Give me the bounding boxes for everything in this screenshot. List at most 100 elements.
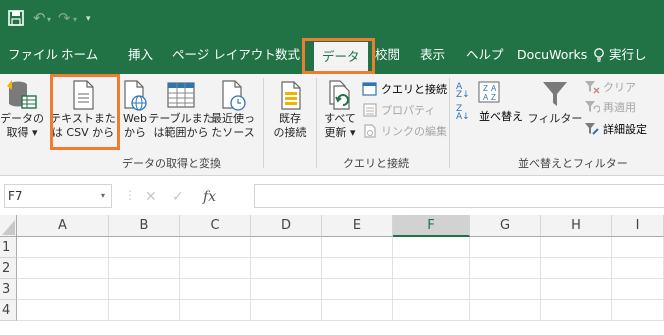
grid-cell[interactable] [109, 258, 180, 279]
grid-cell[interactable] [17, 258, 109, 279]
existing-connections-label-1: 既存 [279, 112, 301, 125]
name-box[interactable]: F7 ▾ [4, 184, 112, 208]
grid-cell[interactable] [180, 237, 251, 258]
from-table-range-button[interactable]: テーブルまた は範囲から [148, 78, 214, 140]
undo-dropdown-icon[interactable]: ▾ [47, 10, 51, 30]
svg-text:Z: Z [491, 93, 496, 102]
reapply-filter-button[interactable]: 再適用 [584, 98, 636, 116]
from-web-button[interactable]: Web から [120, 78, 150, 140]
row-header-1[interactable]: 1 [0, 237, 17, 258]
edit-links-label: リンクの編集 [381, 125, 447, 138]
name-box-dropdown-icon[interactable]: ▾ [101, 185, 105, 207]
grid-cell[interactable] [393, 279, 470, 300]
lightbulb-icon [594, 48, 604, 62]
tab-docuworks[interactable]: DocuWorks [517, 36, 587, 74]
column-header-i[interactable]: I [612, 215, 664, 237]
grid-cell[interactable] [612, 237, 664, 258]
queries-connections-icon [362, 81, 378, 97]
grid-cell[interactable] [612, 300, 664, 321]
tab-review[interactable]: 校閲 [375, 36, 400, 74]
column-header-d[interactable]: D [251, 215, 322, 237]
sort-button[interactable]: 並べ替え [479, 107, 523, 125]
grid-cell[interactable] [470, 300, 541, 321]
row-header-2[interactable]: 2 [0, 258, 17, 279]
existing-connections-button[interactable]: 既存 の接続 [268, 78, 312, 140]
grid-cell[interactable] [180, 279, 251, 300]
cancel-icon[interactable]: ✕ [145, 189, 157, 205]
grid-cell[interactable] [322, 279, 393, 300]
row-header-3[interactable]: 3 [0, 279, 17, 300]
edit-links-button[interactable]: リンクの編集 [362, 122, 447, 140]
ribbon-separator [449, 78, 450, 168]
tab-file[interactable]: ファイル [8, 36, 58, 74]
grid-cell[interactable] [17, 279, 109, 300]
more-options-icon: ⋮ [124, 188, 136, 202]
grid-cell[interactable] [393, 258, 470, 279]
grid-cell[interactable] [612, 258, 664, 279]
insert-function-icon[interactable]: fx [203, 189, 216, 205]
redo-icon[interactable]: ↷ [58, 8, 71, 28]
sort-ascending-button[interactable]: A Z↓ [456, 82, 475, 100]
grid-cell[interactable] [109, 279, 180, 300]
tab-home[interactable]: ホーム [61, 36, 98, 74]
grid-cell[interactable] [251, 258, 322, 279]
grid-cell[interactable] [541, 258, 612, 279]
refresh-all-button[interactable]: すべて 更新 ▾ [320, 78, 360, 140]
sort-descending-button[interactable]: Z A↓ [456, 104, 475, 122]
recent-clock-icon [217, 78, 249, 112]
row-header-4[interactable]: 4 [0, 300, 17, 321]
grid-cell[interactable] [612, 279, 664, 300]
refresh-icon [324, 78, 356, 112]
grid-cell[interactable] [470, 258, 541, 279]
grid-cell[interactable] [470, 279, 541, 300]
queries-connections-button[interactable]: クエリと接続 [362, 80, 447, 98]
formula-input[interactable] [254, 184, 664, 208]
grid-cell[interactable] [109, 237, 180, 258]
tab-insert[interactable]: 挿入 [128, 36, 153, 74]
grid-cell[interactable] [322, 237, 393, 258]
customize-qat-icon[interactable]: ▾ [86, 9, 91, 29]
grid-cell[interactable] [470, 237, 541, 258]
grid-cell[interactable] [109, 300, 180, 321]
properties-button[interactable]: プロパティ [362, 101, 435, 119]
tab-view[interactable]: 表示 [420, 36, 445, 74]
tab-formulas[interactable]: 数式 [275, 36, 300, 74]
grid-cell[interactable] [251, 279, 322, 300]
grid-cell[interactable] [17, 300, 109, 321]
filter-button[interactable]: フィルター [528, 78, 582, 126]
name-box-value: F7 [8, 189, 23, 203]
recent-sources-button[interactable]: 最近使っ たソース [208, 78, 258, 140]
save-icon[interactable] [8, 10, 24, 26]
column-header-g[interactable]: G [470, 215, 541, 237]
grid-cell[interactable] [251, 237, 322, 258]
grid-cell[interactable] [17, 237, 109, 258]
grid-cell[interactable] [541, 237, 612, 258]
grid-cell[interactable] [180, 258, 251, 279]
grid-cell[interactable] [251, 300, 322, 321]
grid-cell[interactable] [322, 258, 393, 279]
get-data-button[interactable]: データの 取得 ▾ [0, 78, 44, 140]
advanced-filter-button[interactable]: 詳細設定 [584, 120, 647, 138]
tab-help[interactable]: ヘルプ [466, 36, 504, 74]
grid-cell[interactable] [541, 279, 612, 300]
redo-dropdown-icon[interactable]: ▾ [73, 10, 77, 30]
advanced-filter-label: 詳細設定 [603, 123, 647, 136]
sort-dialog-icon-wrap[interactable]: Z A A Z [476, 78, 502, 108]
column-header-a[interactable]: A [17, 215, 109, 237]
column-header-c[interactable]: C [180, 215, 251, 237]
grid-cell[interactable] [322, 300, 393, 321]
select-all-corner[interactable] [0, 215, 17, 237]
column-header-e[interactable]: E [322, 215, 393, 237]
enter-check-icon[interactable]: ✓ [172, 189, 184, 205]
tell-me-search[interactable]: 実行し [593, 36, 647, 74]
grid-cell[interactable] [180, 300, 251, 321]
tab-page-layout[interactable]: ページ レイアウト [172, 36, 276, 74]
column-header-h[interactable]: H [541, 215, 612, 237]
column-header-b[interactable]: B [109, 215, 180, 237]
grid-cell[interactable] [393, 237, 470, 258]
grid-cell[interactable] [541, 300, 612, 321]
grid-cell[interactable] [393, 300, 470, 321]
column-header-f[interactable]: F [393, 215, 470, 237]
undo-icon[interactable]: ↶ [33, 8, 46, 28]
clear-filter-button[interactable]: クリア [584, 78, 636, 96]
